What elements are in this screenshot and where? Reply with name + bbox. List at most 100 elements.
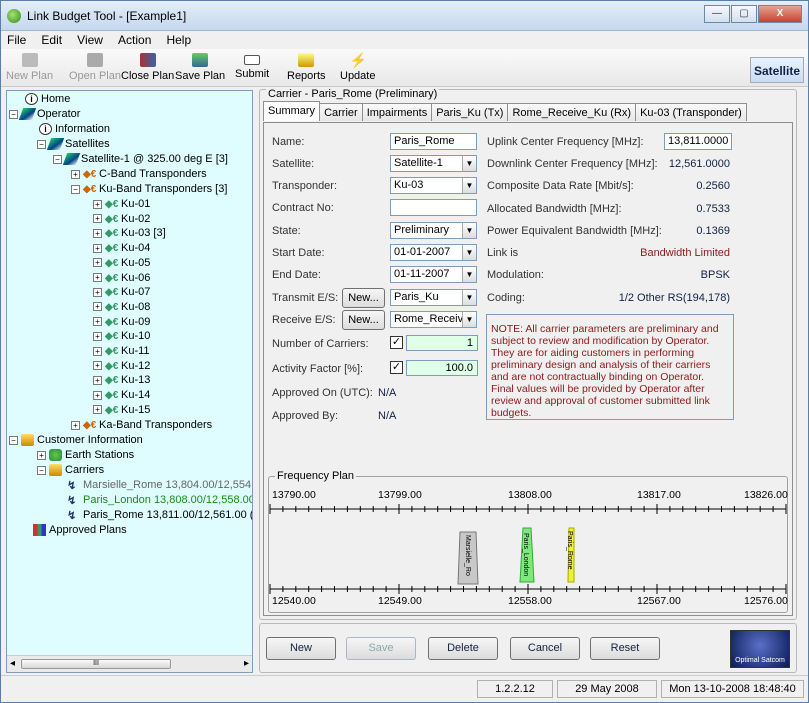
tree-ka-band[interactable]: + ◆€ Ka-Band Transponders xyxy=(71,418,212,432)
expand-icon[interactable]: + xyxy=(93,375,102,385)
tree-ku-transponder[interactable]: + ◆€ Ku-04 xyxy=(93,241,150,255)
tree-ku-transponder[interactable]: + ◆€ Ku-02 xyxy=(93,212,150,226)
tree-earth-stations[interactable]: + Earth Stations xyxy=(37,448,134,462)
chevron-down-icon[interactable]: ▼ xyxy=(462,178,476,193)
tree-ku-transponder[interactable]: + ◆€ Ku-12 xyxy=(93,359,150,373)
tree-carrier-item[interactable]: ↯ Paris_London 13,808.00/12,558.00 (A xyxy=(67,493,252,507)
expand-icon[interactable]: + xyxy=(93,331,102,341)
satellite-select[interactable]: Satellite-1 ▼ xyxy=(390,155,477,172)
tree-ku-transponder[interactable]: + ◆€ Ku-13 xyxy=(93,373,150,387)
expand-icon[interactable]: + xyxy=(93,228,102,238)
chevron-down-icon[interactable]: ▼ xyxy=(462,312,476,327)
menu-edit[interactable]: Edit xyxy=(35,31,68,49)
chevron-down-icon[interactable]: ▼ xyxy=(462,267,476,282)
maximize-button[interactable]: ▢ xyxy=(731,5,757,23)
tab-summary[interactable]: Summary xyxy=(263,101,321,121)
tree-c-band[interactable]: + ◆€ C-Band Transponders xyxy=(71,167,207,181)
tree-information[interactable]: i Information xyxy=(39,122,110,136)
expand-icon[interactable]: + xyxy=(93,317,102,327)
tree-ku-transponder[interactable]: + ◆€ Ku-07 xyxy=(93,285,150,299)
end-date-picker[interactable]: 01-11-2007 ▼ xyxy=(390,266,477,283)
tree-ku-transponder[interactable]: + ◆€ Ku-09 xyxy=(93,315,150,329)
new-receive-es-button[interactable]: New... xyxy=(342,310,385,330)
expand-icon[interactable]: + xyxy=(93,243,102,253)
navigation-tree[interactable]: i Home − Operator i Information − Satellites… xyxy=(6,90,253,673)
carrier-paris-rome[interactable]: Paris_Rome xyxy=(566,527,575,583)
save-button[interactable]: Save xyxy=(346,637,416,660)
tree-customer-info[interactable]: − Customer Information xyxy=(9,433,143,447)
expand-icon[interactable]: + xyxy=(93,390,102,400)
expand-icon[interactable]: + xyxy=(93,273,102,283)
contract-field[interactable] xyxy=(390,199,477,216)
tree-carrier-item[interactable]: ↯ Paris_Rome 13,811.00/12,561.00 (Pre xyxy=(67,508,252,522)
num-carriers-checkbox[interactable]: ✓ xyxy=(390,336,403,349)
tree-home[interactable]: i Home xyxy=(25,92,70,106)
reset-button[interactable]: Reset xyxy=(590,637,660,660)
expand-icon[interactable]: + xyxy=(93,214,102,224)
tree-approved-plans[interactable]: Approved Plans xyxy=(33,523,127,537)
submit-button[interactable]: Submit xyxy=(235,53,269,80)
tree-ku-transponder[interactable]: + ◆€ Ku-08 xyxy=(93,300,150,314)
carrier-paris-london[interactable]: Paris_London xyxy=(519,527,535,583)
tree-ku-transponder[interactable]: + ◆€ Ku-03 [3] xyxy=(93,226,166,240)
tree-carrier-item[interactable]: ↯ Marsielle_Rome 13,804.00/12,554.00 xyxy=(67,478,252,492)
reports-button[interactable]: Reports xyxy=(287,53,326,82)
expand-icon[interactable]: + xyxy=(93,302,102,312)
new-plan-button[interactable]: New Plan xyxy=(6,53,53,82)
close-plan-button[interactable]: Close Plan xyxy=(121,53,174,82)
scroll-right-icon[interactable]: ▸ xyxy=(244,658,249,669)
cancel-button[interactable]: Cancel xyxy=(510,637,580,660)
tree-carriers[interactable]: − Carriers xyxy=(37,463,104,477)
tree-ku-transponder[interactable]: + ◆€ Ku-01 xyxy=(93,197,150,211)
receive-es-select[interactable]: Rome_Receive ▼ xyxy=(390,311,477,328)
new-transmit-es-button[interactable]: New... xyxy=(342,288,385,308)
name-field[interactable]: Paris_Rome xyxy=(390,133,477,150)
tab-impairments[interactable]: Impairments xyxy=(361,103,433,121)
collapse-icon[interactable]: − xyxy=(53,154,62,164)
minimize-button[interactable]: — xyxy=(704,5,730,23)
tree-ku-transponder[interactable]: + ◆€ Ku-14 xyxy=(93,388,150,402)
tree-ku-band[interactable]: − ◆€ Ku-Band Transponders [3] xyxy=(71,182,227,196)
scroll-thumb[interactable]: III xyxy=(21,659,171,669)
collapse-icon[interactable]: − xyxy=(9,109,18,119)
tree-ku-transponder[interactable]: + ◆€ Ku-10 xyxy=(93,329,150,343)
delete-button[interactable]: Delete xyxy=(428,637,498,660)
expand-icon[interactable]: + xyxy=(93,361,102,371)
collapse-icon[interactable]: − xyxy=(9,435,18,445)
expand-icon[interactable]: + xyxy=(37,450,46,460)
expand-icon[interactable]: + xyxy=(71,169,80,179)
expand-icon[interactable]: + xyxy=(93,405,102,415)
collapse-icon[interactable]: − xyxy=(37,139,46,149)
tree-ku-transponder[interactable]: + ◆€ Ku-06 xyxy=(93,271,150,285)
state-select[interactable]: Preliminary ▼ xyxy=(390,222,477,239)
chevron-down-icon[interactable]: ▼ xyxy=(462,223,476,238)
save-plan-button[interactable]: Save Plan xyxy=(175,53,225,82)
menu-view[interactable]: View xyxy=(71,31,109,49)
open-plan-button[interactable]: Open Plan xyxy=(69,53,121,82)
tree-satellite-1[interactable]: − Satellite-1 @ 325.00 deg E [3] xyxy=(53,152,228,166)
menu-action[interactable]: Action xyxy=(112,31,157,49)
transponder-select[interactable]: Ku-03 ▼ xyxy=(390,177,477,194)
close-button[interactable]: X xyxy=(758,5,802,23)
start-date-picker[interactable]: 01-01-2007 ▼ xyxy=(390,244,477,261)
tab-transponder[interactable]: Ku-03 (Transponder) xyxy=(635,103,747,121)
expand-icon[interactable]: + xyxy=(93,258,102,268)
tree-satellites[interactable]: − Satellites xyxy=(37,137,110,151)
expand-icon[interactable]: + xyxy=(93,287,102,297)
transmit-es-select[interactable]: Paris_Ku ▼ xyxy=(390,289,477,306)
carrier-marsielle-rome[interactable]: Marsielle_Ro xyxy=(457,531,479,585)
tree-ku-transponder[interactable]: + ◆€ Ku-11 xyxy=(93,344,150,358)
tab-receive[interactable]: Rome_Receive_Ku (Rx) xyxy=(507,103,637,121)
num-carriers-field[interactable]: 1 xyxy=(406,335,478,351)
new-button[interactable]: New xyxy=(266,637,336,660)
update-button[interactable]: ⚡ Update xyxy=(340,53,375,82)
chevron-down-icon[interactable]: ▼ xyxy=(462,245,476,260)
tree-ku-transponder[interactable]: + ◆€ Ku-05 xyxy=(93,256,150,270)
chevron-down-icon[interactable]: ▼ xyxy=(462,290,476,305)
scroll-left-icon[interactable]: ◂ xyxy=(10,658,15,669)
chevron-down-icon[interactable]: ▼ xyxy=(462,156,476,171)
tab-carrier[interactable]: Carrier xyxy=(319,103,363,121)
collapse-icon[interactable]: − xyxy=(71,184,80,194)
tab-transmit[interactable]: Paris_Ku (Tx) xyxy=(431,103,509,121)
uplink-freq-field[interactable]: 13,811.0000 xyxy=(664,133,732,150)
